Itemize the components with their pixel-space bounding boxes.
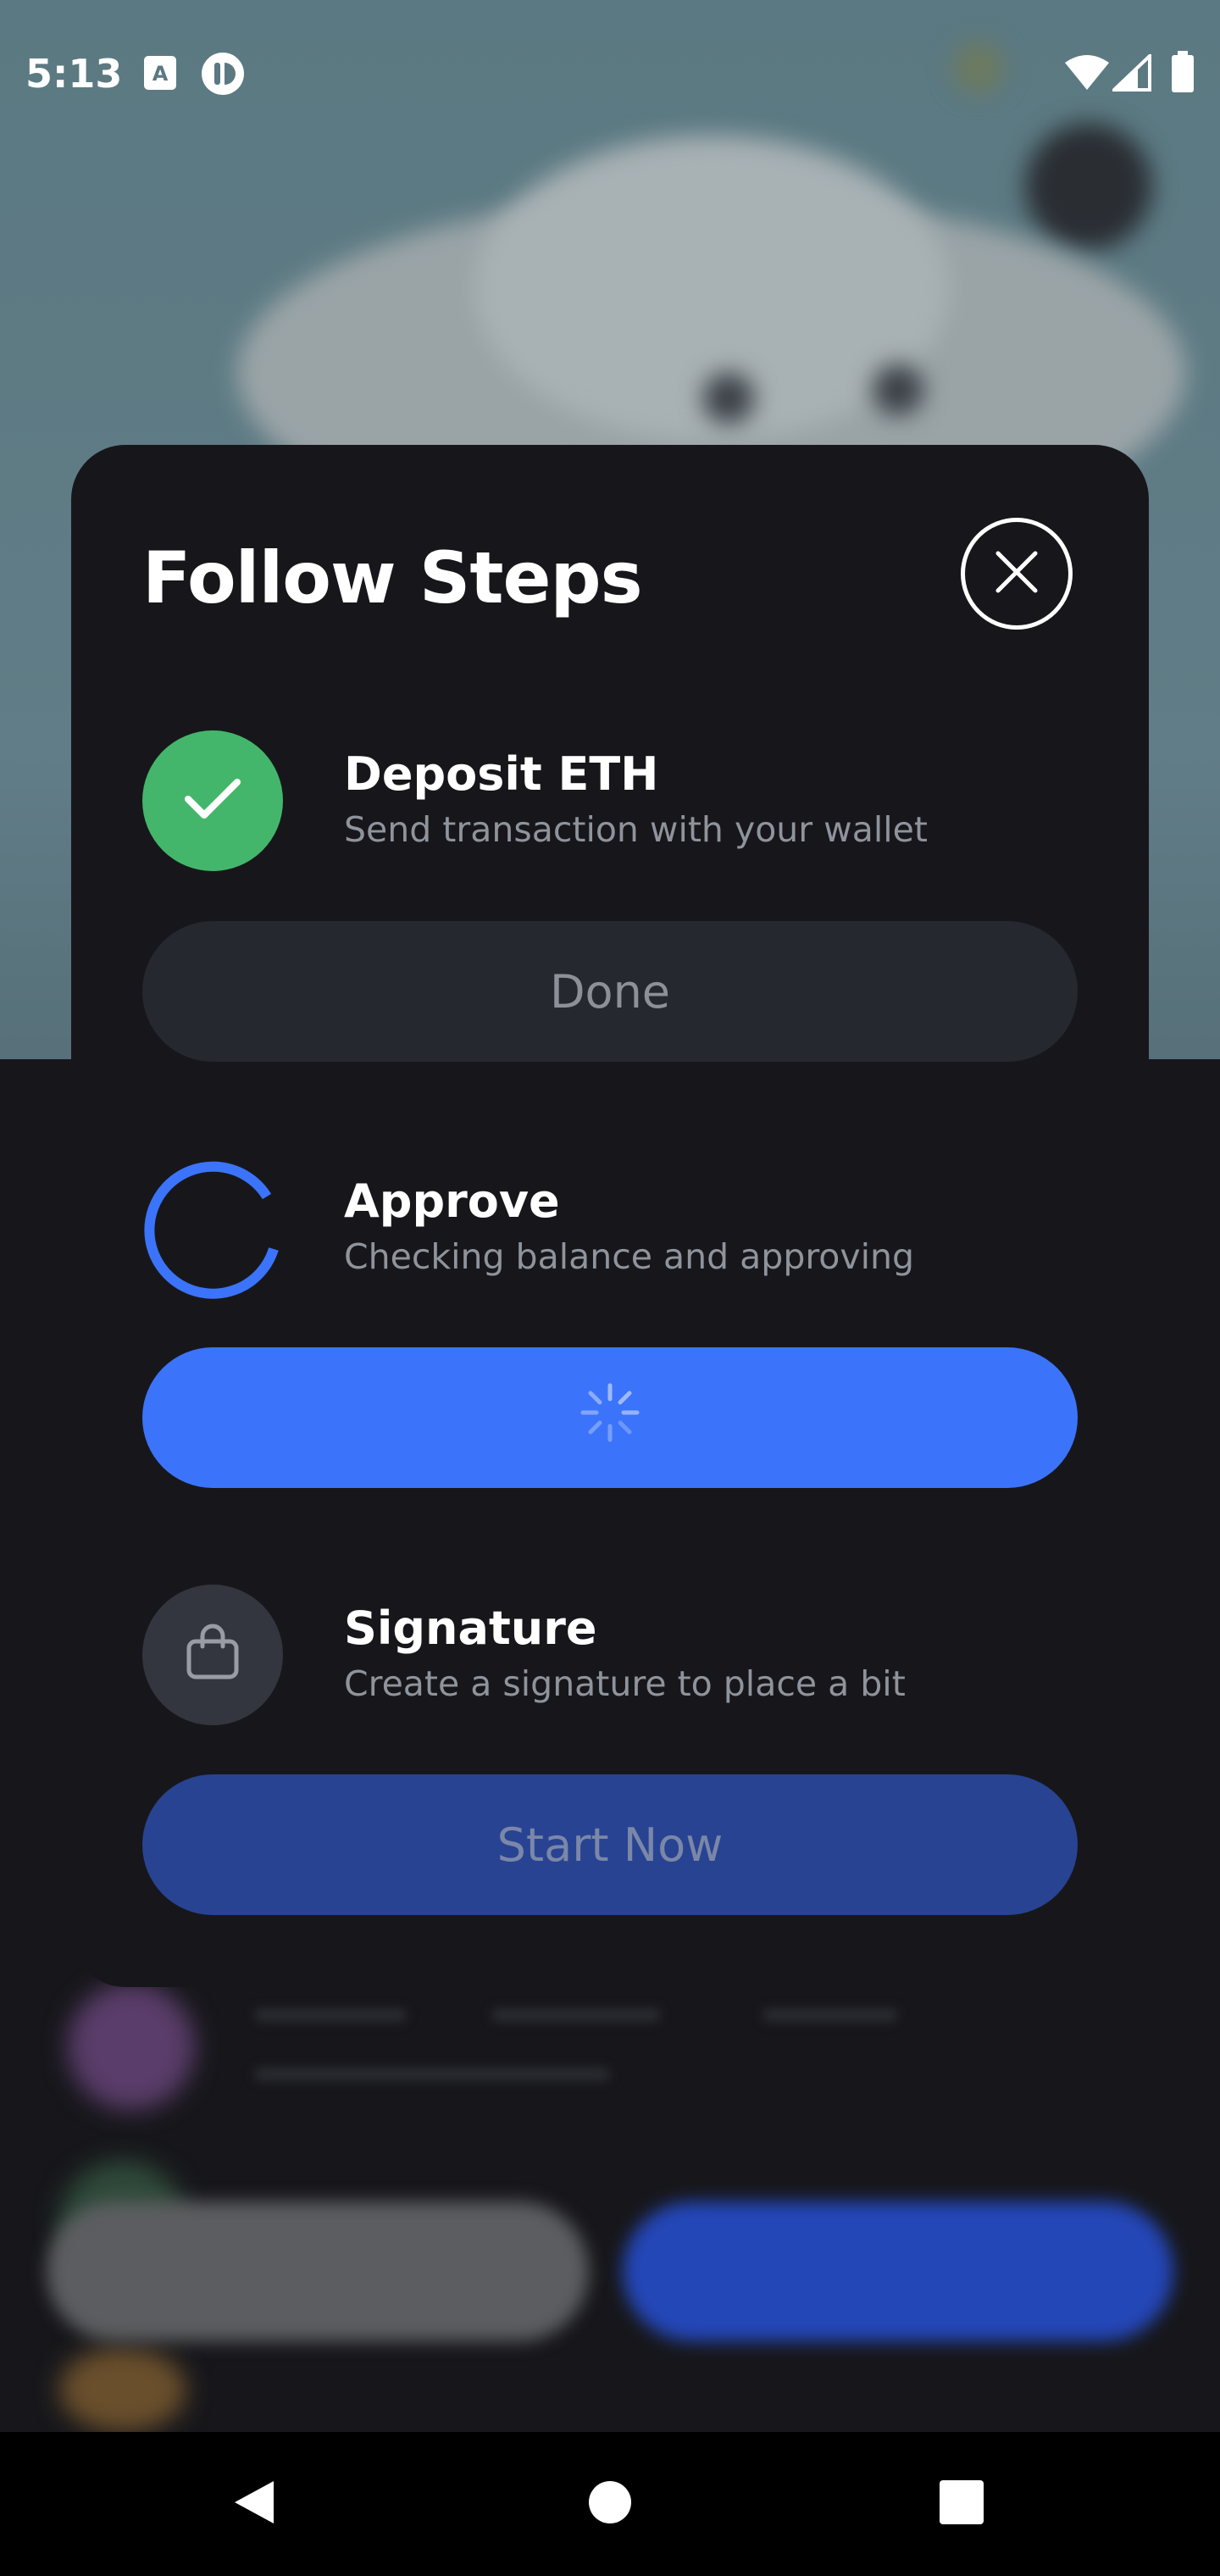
background-token-avatar <box>68 1983 195 2110</box>
step-completed-indicator <box>142 730 283 871</box>
step-description-signature: Create a signature to place a bit <box>344 1663 906 1704</box>
spinner-icon <box>578 1380 642 1456</box>
loading-ring-icon <box>134 1147 286 1303</box>
cellular-signal-icon <box>1110 52 1151 95</box>
recents-nav-button[interactable] <box>923 2466 1000 2542</box>
step-progress-indicator <box>134 1149 286 1302</box>
background-text-line <box>491 2008 661 2022</box>
home-circle-icon <box>587 2479 633 2529</box>
step-pending-indicator <box>142 1585 283 1725</box>
home-nav-button[interactable] <box>572 2466 648 2542</box>
battery-icon <box>1170 51 1195 97</box>
app-notification-icon <box>200 51 246 100</box>
follow-steps-modal: Follow Steps Deposit ETH Send transactio… <box>71 445 1149 1987</box>
svg-text:A: A <box>152 62 169 86</box>
background-eye-right <box>873 364 923 415</box>
recents-square-icon <box>939 2479 984 2529</box>
status-time: 5:13 <box>25 51 123 97</box>
modal-title: Follow Steps <box>142 536 643 619</box>
step-description-approve: Checking balance and approving <box>344 1236 915 1277</box>
done-button-label: Done <box>549 964 671 1019</box>
step-title-approve: Approve <box>344 1174 560 1228</box>
background-button-left <box>47 2201 589 2341</box>
background-eye-left <box>703 373 754 424</box>
back-nav-button[interactable] <box>216 2466 292 2542</box>
navigation-bar <box>0 2432 1220 2576</box>
background-text-line <box>254 2068 610 2081</box>
back-triangle-icon <box>231 2478 277 2530</box>
start-now-button[interactable]: Start Now <box>142 1774 1078 1915</box>
start-now-button-label: Start Now <box>496 1818 724 1872</box>
approve-loading-button[interactable] <box>142 1347 1078 1488</box>
close-button[interactable] <box>961 518 1073 630</box>
status-bar: 5:13 A <box>0 0 1220 144</box>
wifi-icon <box>1063 54 1111 95</box>
step-description-deposit: Send transaction with your wallet <box>344 809 928 850</box>
keyboard-notification-icon: A <box>142 53 178 97</box>
shopping-bag-icon <box>182 1623 243 1687</box>
checkmark-icon <box>183 775 242 826</box>
close-icon <box>991 547 1042 601</box>
background-text-line <box>254 2008 407 2022</box>
background-button-right <box>623 2201 1173 2341</box>
background-text-line <box>762 2008 898 2022</box>
step-title-deposit: Deposit ETH <box>344 747 659 801</box>
background-token-avatar <box>59 2347 186 2432</box>
done-button[interactable]: Done <box>142 921 1078 1062</box>
step-title-signature: Signature <box>344 1602 597 1655</box>
